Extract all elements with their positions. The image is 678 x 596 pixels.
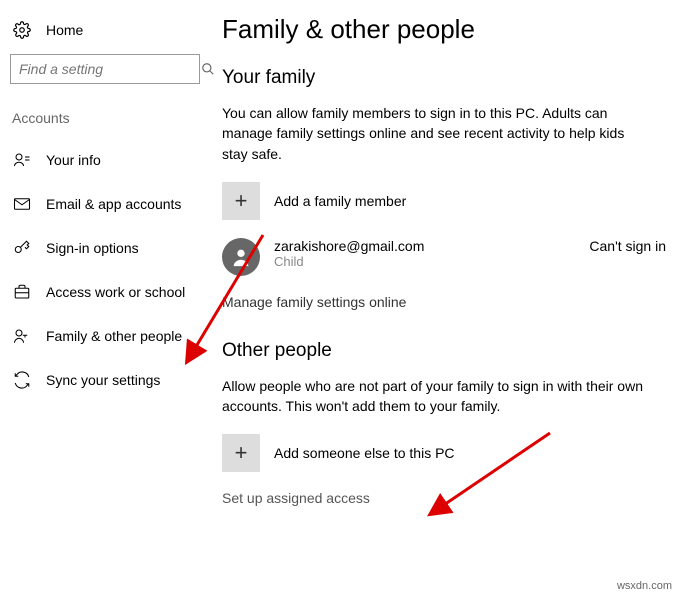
add-family-member-button[interactable]: + Add a family member	[222, 182, 670, 220]
nav-label: Sync your settings	[46, 372, 160, 388]
sidebar-item-your-info[interactable]: Your info	[8, 138, 204, 182]
family-user-row[interactable]: zarakishore@gmail.com Child Can't sign i…	[222, 238, 670, 276]
person-card-icon	[12, 150, 32, 170]
home-label: Home	[46, 22, 83, 38]
family-title: Your family	[222, 67, 670, 89]
avatar-icon	[222, 238, 260, 276]
nav-label: Family & other people	[46, 328, 182, 344]
nav-label: Access work or school	[46, 284, 185, 300]
briefcase-icon	[12, 282, 32, 302]
home-button[interactable]: Home	[8, 18, 204, 54]
sidebar-item-signin[interactable]: Sign-in options	[8, 226, 204, 270]
family-description: You can allow family members to sign in …	[222, 103, 652, 164]
add-other-label: Add someone else to this PC	[274, 445, 455, 461]
main-content: Family & other people Your family You ca…	[210, 0, 678, 596]
key-icon	[12, 238, 32, 258]
mail-icon	[12, 194, 32, 214]
sidebar-item-family[interactable]: Family & other people	[8, 314, 204, 358]
sidebar: Home Accounts Your info Email & app acco…	[0, 0, 210, 596]
gear-icon	[12, 20, 32, 40]
sidebar-item-email[interactable]: Email & app accounts	[8, 182, 204, 226]
manage-family-link[interactable]: Manage family settings online	[222, 294, 670, 310]
sidebar-item-work[interactable]: Access work or school	[8, 270, 204, 314]
sync-icon	[12, 370, 32, 390]
search-field[interactable]	[19, 61, 201, 77]
setup-assigned-access-link[interactable]: Set up assigned access	[222, 490, 670, 506]
user-email: zarakishore@gmail.com	[274, 238, 424, 254]
user-info: zarakishore@gmail.com Child	[274, 238, 424, 269]
add-family-label: Add a family member	[274, 193, 406, 209]
nav-label: Sign-in options	[46, 240, 139, 256]
nav-label: Your info	[46, 152, 101, 168]
user-status: Can't sign in	[589, 238, 670, 254]
plus-icon: +	[222, 182, 260, 220]
nav-label: Email & app accounts	[46, 196, 181, 212]
other-description: Allow people who are not part of your fa…	[222, 376, 652, 417]
section-label: Accounts	[8, 110, 204, 138]
add-other-user-button[interactable]: + Add someone else to this PC	[222, 434, 670, 472]
search-input[interactable]	[10, 54, 200, 84]
watermark: wsxdn.com	[617, 580, 672, 592]
people-icon	[12, 326, 32, 346]
plus-icon: +	[222, 434, 260, 472]
sidebar-item-sync[interactable]: Sync your settings	[8, 358, 204, 402]
page-title: Family & other people	[222, 14, 670, 45]
other-title: Other people	[222, 340, 670, 362]
user-role: Child	[274, 254, 424, 269]
